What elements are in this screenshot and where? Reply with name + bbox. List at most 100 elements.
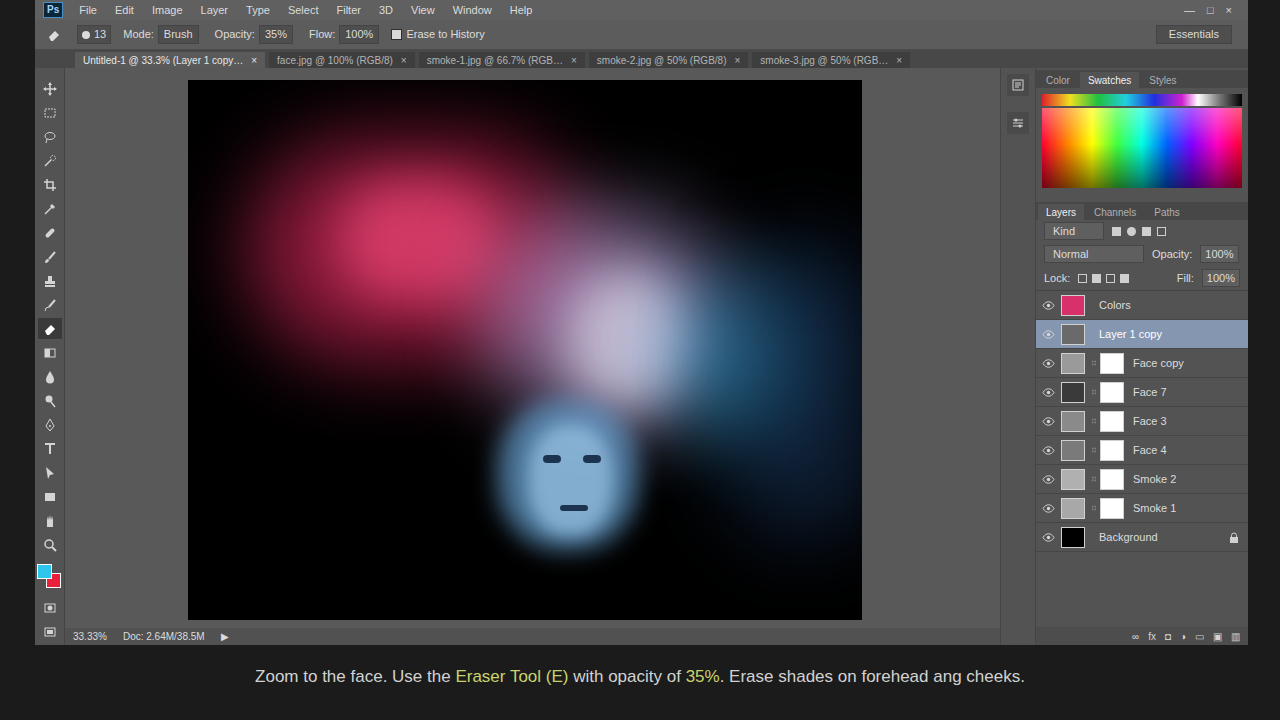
crop-tool-icon[interactable]	[38, 174, 62, 195]
fill-field[interactable]: 100%	[1202, 269, 1240, 288]
visibility-eye-icon[interactable]	[1040, 355, 1056, 371]
window-control-button[interactable]: —	[1184, 2, 1195, 19]
eyedropper-tool-icon[interactable]	[38, 198, 62, 219]
close-tab-button[interactable]: ×	[251, 53, 257, 68]
menu-item[interactable]: File	[79, 2, 97, 19]
window-control-button[interactable]: ×	[1226, 2, 1232, 19]
shape-tool-icon[interactable]	[38, 486, 62, 507]
chain-icon[interactable]	[1090, 356, 1098, 370]
document-tab[interactable]: face.jpg @ 100% (RGB/8)×	[269, 52, 415, 68]
panel-tab[interactable]: Color	[1038, 72, 1078, 88]
menu-item[interactable]: Help	[510, 2, 533, 19]
menu-item[interactable]: Window	[453, 2, 492, 19]
layer-row[interactable]: Layer 1 copy	[1036, 320, 1248, 349]
menu-item[interactable]: Select	[288, 2, 319, 19]
pen-tool-icon[interactable]	[38, 414, 62, 435]
gradient-tool-icon[interactable]	[38, 342, 62, 363]
layer-mask-thumbnail[interactable]	[1100, 469, 1124, 490]
layer-mask-thumbnail[interactable]	[1100, 411, 1124, 432]
menu-item[interactable]: Edit	[115, 2, 134, 19]
close-tab-button[interactable]: ×	[734, 53, 740, 68]
layer-action-button[interactable]: ∞	[1132, 629, 1139, 644]
close-tab-button[interactable]: ×	[571, 53, 577, 68]
foreground-color[interactable]	[37, 564, 52, 579]
panel-tab[interactable]: Channels	[1086, 204, 1144, 220]
layer-row[interactable]: Background	[1036, 523, 1248, 552]
blend-mode-select[interactable]: Normal	[1044, 245, 1144, 264]
chain-icon[interactable]	[1090, 385, 1098, 399]
chain-icon[interactable]	[1090, 501, 1098, 515]
close-tab-button[interactable]: ×	[401, 53, 407, 68]
eraser-icon[interactable]	[43, 25, 65, 45]
menu-item[interactable]: Filter	[336, 2, 360, 19]
path-select-tool-icon[interactable]	[38, 462, 62, 483]
layer-row[interactable]: Face 3	[1036, 407, 1248, 436]
layer-action-button[interactable]: ◘	[1165, 629, 1171, 644]
hand-tool-icon[interactable]	[38, 510, 62, 531]
menu-item[interactable]: Type	[246, 2, 270, 19]
swatches-grid[interactable]	[1042, 108, 1242, 188]
properties-icon[interactable]	[1007, 112, 1029, 134]
visibility-eye-icon[interactable]	[1040, 529, 1056, 545]
heal-tool-icon[interactable]	[38, 222, 62, 243]
stamp-tool-icon[interactable]	[38, 270, 62, 291]
layer-row[interactable]: Face 4	[1036, 436, 1248, 465]
layer-action-button[interactable]: ◑	[1180, 629, 1186, 644]
opacity-field[interactable]: 100%	[1200, 245, 1238, 264]
lasso-tool-icon[interactable]	[38, 126, 62, 147]
visibility-eye-icon[interactable]	[1040, 442, 1056, 458]
document-tab[interactable]: Untitled-1 @ 33.3% (Layer 1 copy…×	[75, 52, 265, 68]
layer-row[interactable]: Smoke 2	[1036, 465, 1248, 494]
screen-mode-icon[interactable]	[38, 621, 62, 642]
layer-mask-thumbnail[interactable]	[1100, 353, 1124, 374]
erase-to-history-checkbox[interactable]	[391, 29, 402, 40]
brush-tool-icon[interactable]	[38, 246, 62, 267]
menu-item[interactable]: Layer	[201, 2, 229, 19]
type-tool-icon[interactable]	[38, 438, 62, 459]
marquee-tool-icon[interactable]	[38, 102, 62, 123]
visibility-eye-icon[interactable]	[1040, 471, 1056, 487]
visibility-eye-icon[interactable]	[1040, 326, 1056, 342]
panel-tab[interactable]: Layers	[1038, 204, 1084, 220]
eraser-tool-icon[interactable]	[38, 318, 62, 339]
option-value[interactable]: 100%	[339, 25, 379, 44]
history-tool-icon[interactable]	[38, 294, 62, 315]
canvas[interactable]	[188, 80, 862, 620]
status-menu-button[interactable]: ▶	[221, 629, 229, 644]
move-tool-icon[interactable]	[38, 78, 62, 99]
layer-mask-thumbnail[interactable]	[1100, 498, 1124, 519]
chain-icon[interactable]	[1090, 443, 1098, 457]
layer-mask-thumbnail[interactable]	[1100, 382, 1124, 403]
layer-row[interactable]: Smoke 1	[1036, 494, 1248, 523]
panel-tab[interactable]: Swatches	[1080, 72, 1139, 88]
document-tab[interactable]: smoke-1.jpg @ 66.7% (RGB…×	[419, 52, 585, 68]
chain-icon[interactable]	[1090, 472, 1098, 486]
brush-preset[interactable]: 13	[77, 25, 111, 44]
layer-action-button[interactable]: fx	[1148, 629, 1156, 644]
blur-tool-icon[interactable]	[38, 366, 62, 387]
panel-tab[interactable]: Paths	[1146, 204, 1188, 220]
history-icon[interactable]	[1007, 74, 1029, 96]
quick-select-tool-icon[interactable]	[38, 150, 62, 171]
layer-action-button[interactable]: ▣	[1213, 629, 1222, 644]
layer-action-button[interactable]: ▭	[1195, 629, 1204, 644]
visibility-eye-icon[interactable]	[1040, 297, 1056, 313]
layer-row[interactable]: Face 7	[1036, 378, 1248, 407]
document-tab[interactable]: smoke-2.jpg @ 50% (RGB/8)×	[589, 52, 748, 68]
option-value[interactable]: Brush	[158, 25, 199, 44]
zoom-tool-icon[interactable]	[38, 534, 62, 555]
window-control-button[interactable]: □	[1207, 2, 1214, 19]
visibility-eye-icon[interactable]	[1040, 500, 1056, 516]
layer-row[interactable]: Face copy	[1036, 349, 1248, 378]
dodge-tool-icon[interactable]	[38, 390, 62, 411]
visibility-eye-icon[interactable]	[1040, 384, 1056, 400]
document-tab[interactable]: smoke-3.jpg @ 50% (RGB…×	[752, 52, 910, 68]
close-tab-button[interactable]: ×	[896, 53, 902, 68]
menu-item[interactable]: Image	[152, 2, 183, 19]
layer-action-button[interactable]: ▥	[1231, 629, 1240, 644]
swatches-top-row[interactable]	[1042, 94, 1242, 106]
menu-item[interactable]: 3D	[379, 2, 393, 19]
layer-mask-thumbnail[interactable]	[1100, 440, 1124, 461]
option-value[interactable]: 35%	[259, 25, 293, 44]
filter-select[interactable]: Kind	[1044, 222, 1104, 241]
